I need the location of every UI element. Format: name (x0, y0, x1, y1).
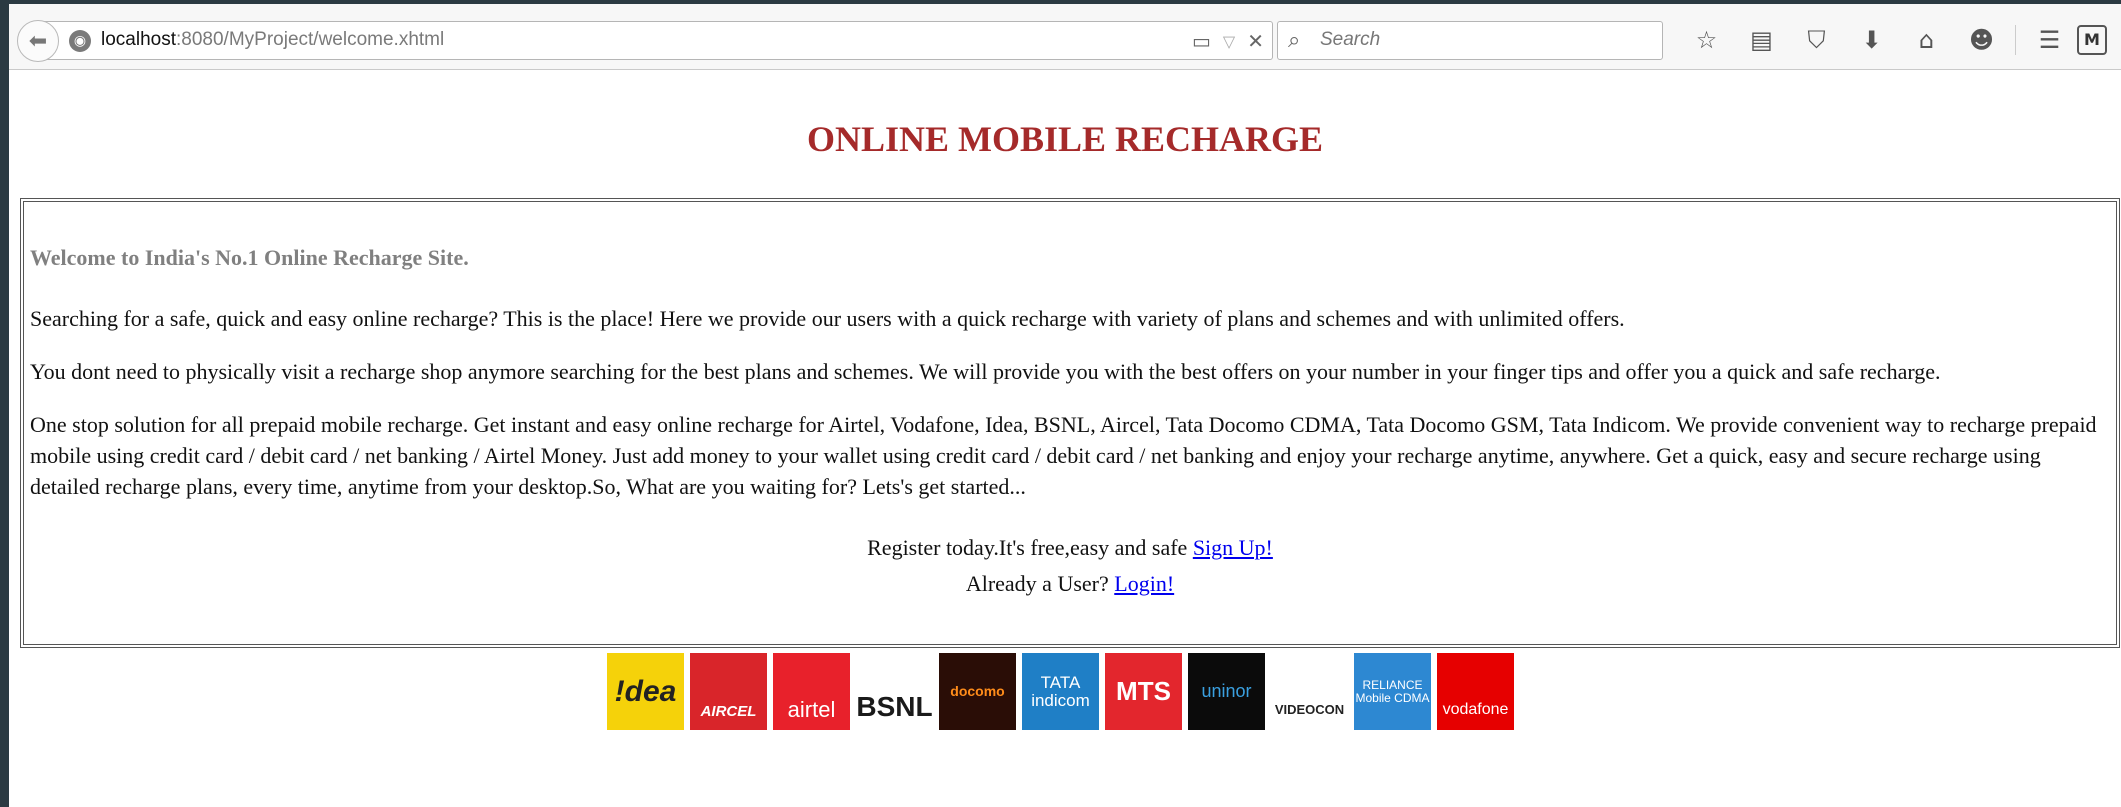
login-text: Already a User? (965, 571, 1115, 596)
logo-aircel: AIRCEL (690, 653, 767, 730)
login-link[interactable]: Login! (1114, 571, 1174, 596)
close-icon[interactable]: ✕ (1247, 29, 1264, 53)
logo-uninor: uninor (1188, 653, 1265, 730)
operators-paragraph: One stop solution for all prepaid mobile… (30, 412, 2097, 499)
register-line: Register today.It's free,easy and safe S… (30, 530, 2110, 566)
pocket-icon[interactable]: ⛉ (1789, 26, 1844, 54)
back-button[interactable]: ⬅ (17, 20, 59, 62)
url-text[interactable]: localhost:8080/MyProject/welcome.xhtml (101, 29, 444, 51)
signup-link[interactable]: Sign Up! (1193, 535, 1273, 560)
benefits-paragraph: You dont need to physically visit a rech… (30, 359, 1941, 384)
operator-logos: !dea AIRCEL airtel BSNL docomo TATA indi… (607, 653, 1514, 732)
search-bar[interactable]: ⌕ (1277, 21, 1663, 60)
logo-mts: MTS (1105, 653, 1182, 730)
logo-idea: !dea (607, 653, 684, 730)
reading-list-icon[interactable]: ▤ (1734, 26, 1789, 54)
download-icon[interactable]: ⬇ (1844, 26, 1899, 54)
browser-toolbar: ◉ localhost:8080/MyProject/welcome.xhtml… (9, 0, 2121, 70)
content-box: Welcome to India's No.1 Online Recharge … (20, 198, 2120, 648)
menu-icon[interactable]: ☰ (2022, 26, 2077, 54)
logo-tata-indicom: TATA indicom (1022, 653, 1099, 730)
dropdown-arrow-icon[interactable]: ▽ (1223, 32, 1235, 51)
extension-icon[interactable]: M (2077, 25, 2107, 55)
toolbar-separator (2015, 25, 2016, 55)
logo-bsnl: BSNL (856, 653, 933, 730)
logo-docomo: docomo (939, 653, 1016, 730)
content-inner: Welcome to India's No.1 Online Recharge … (23, 201, 2117, 645)
search-icon: ⌕ (1288, 28, 1301, 53)
url-icons: ▭ ▽ ✕ (1192, 26, 1264, 56)
chat-icon[interactable]: ☻ (1954, 26, 2009, 54)
logo-videocon: VIDEOCON (1271, 653, 1348, 730)
url-bar[interactable]: ◉ localhost:8080/MyProject/welcome.xhtml… (39, 21, 1273, 60)
home-icon[interactable]: ⌂ (1899, 26, 1954, 54)
page-title: ONLINE MOBILE RECHARGE (806, 119, 1324, 159)
welcome-heading: Welcome to India's No.1 Online Recharge … (30, 245, 469, 270)
bookmark-star-icon[interactable]: ☆ (1679, 26, 1734, 54)
logo-reliance: RELIANCE Mobile CDMA (1354, 653, 1431, 730)
logo-airtel: airtel (773, 653, 850, 730)
logo-vodafone: vodafone (1437, 653, 1514, 730)
back-arrow-icon: ⬅ (28, 28, 48, 54)
register-text: Register today.It's free,easy and safe (867, 535, 1193, 560)
search-input[interactable] (1318, 26, 1648, 54)
browser-window: ◉ localhost:8080/MyProject/welcome.xhtml… (9, 0, 2121, 807)
globe-icon: ◉ (69, 30, 91, 52)
login-line: Already a User? Login! (30, 566, 2110, 602)
intro-paragraph: Searching for a safe, quick and easy onl… (30, 306, 1625, 331)
reader-view-icon[interactable]: ▭ (1192, 29, 1211, 53)
toolbar-icons: ☆ ▤ ⛉ ⬇ ⌂ ☻ ☰ M (1679, 22, 2107, 58)
call-to-action: Register today.It's free,easy and safe S… (30, 530, 2110, 602)
